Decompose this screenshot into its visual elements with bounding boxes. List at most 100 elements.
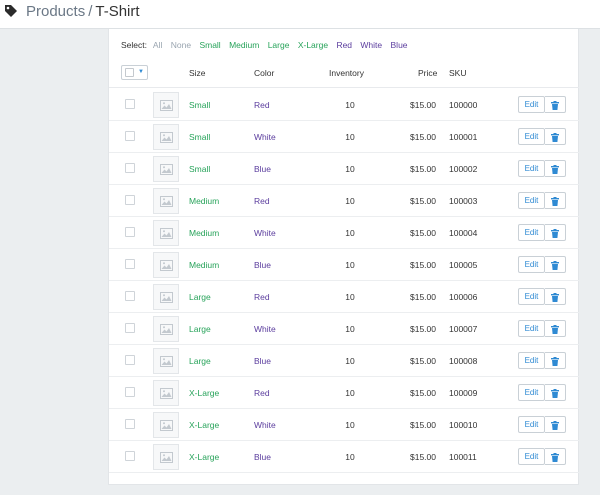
row-checkbox[interactable] xyxy=(125,259,135,269)
row-color: White xyxy=(254,324,276,334)
select-small[interactable]: Small xyxy=(199,40,220,50)
edit-button[interactable]: Edit xyxy=(518,96,545,113)
row-checkbox[interactable] xyxy=(125,355,135,365)
delete-button[interactable] xyxy=(545,128,566,145)
delete-button[interactable] xyxy=(545,192,566,209)
select-all[interactable]: All xyxy=(153,40,162,50)
row-sku: 100002 xyxy=(449,164,478,174)
row-checkbox[interactable] xyxy=(125,323,135,333)
select-x-large[interactable]: X-Large xyxy=(298,40,328,50)
image-placeholder-icon[interactable] xyxy=(153,316,179,342)
row-inventory: 10 xyxy=(345,164,355,174)
edit-button[interactable]: Edit xyxy=(518,256,545,273)
bulk-select-dropdown[interactable]: ▼ xyxy=(121,65,148,80)
delete-button[interactable] xyxy=(545,288,566,305)
column-header-sku: SKU xyxy=(449,68,467,78)
image-placeholder-icon[interactable] xyxy=(153,220,179,246)
image-placeholder-icon[interactable] xyxy=(153,92,179,118)
row-sku: 100006 xyxy=(449,292,478,302)
row-checkbox[interactable] xyxy=(125,419,135,429)
row-size: Small xyxy=(189,164,211,174)
table-row: Medium Blue 10 $15.00 100005 Edit xyxy=(109,249,579,281)
table-header: ▼ Size Color Inventory Price SKU xyxy=(109,57,579,88)
edit-button[interactable]: Edit xyxy=(518,448,545,465)
row-price: $15.00 xyxy=(410,356,436,366)
select-none[interactable]: None xyxy=(171,40,191,50)
row-price: $15.00 xyxy=(410,132,436,142)
row-checkbox[interactable] xyxy=(125,227,135,237)
breadcrumb-products[interactable]: Products xyxy=(26,3,85,20)
image-placeholder-icon[interactable] xyxy=(153,444,179,470)
row-sku: 100001 xyxy=(449,132,478,142)
breadcrumb-current: T-Shirt xyxy=(95,3,140,20)
row-size: X-Large xyxy=(189,452,220,462)
edit-button[interactable]: Edit xyxy=(518,320,545,337)
select-red[interactable]: Red xyxy=(336,40,352,50)
delete-button[interactable] xyxy=(545,160,566,177)
row-inventory: 10 xyxy=(345,260,355,270)
image-placeholder-icon[interactable] xyxy=(153,284,179,310)
image-placeholder-icon[interactable] xyxy=(153,380,179,406)
image-placeholder-icon[interactable] xyxy=(153,188,179,214)
trash-icon xyxy=(551,421,559,430)
table-row: X-Large Blue 10 $15.00 100011 Edit xyxy=(109,441,579,473)
trash-icon xyxy=(551,133,559,142)
image-placeholder-icon[interactable] xyxy=(153,252,179,278)
delete-button[interactable] xyxy=(545,320,566,337)
trash-icon xyxy=(551,261,559,270)
table-row: Medium Red 10 $15.00 100003 Edit xyxy=(109,185,579,217)
edit-button[interactable]: Edit xyxy=(518,224,545,241)
top-bar: Products / T-Shirt xyxy=(0,0,600,29)
row-price: $15.00 xyxy=(410,420,436,430)
row-color: White xyxy=(254,132,276,142)
row-size: Medium xyxy=(189,228,220,238)
delete-button[interactable] xyxy=(545,384,566,401)
select-large[interactable]: Large xyxy=(268,40,290,50)
edit-button[interactable]: Edit xyxy=(518,192,545,209)
delete-button[interactable] xyxy=(545,256,566,273)
edit-button[interactable]: Edit xyxy=(518,288,545,305)
delete-button[interactable] xyxy=(545,352,566,369)
select-white[interactable]: White xyxy=(360,40,382,50)
row-checkbox[interactable] xyxy=(125,451,135,461)
row-size: Large xyxy=(189,292,211,302)
table-row: Large Blue 10 $15.00 100008 Edit xyxy=(109,345,579,377)
row-checkbox[interactable] xyxy=(125,99,135,109)
row-sku: 100005 xyxy=(449,260,478,270)
delete-button[interactable] xyxy=(545,224,566,241)
select-blue[interactable]: Blue xyxy=(391,40,408,50)
edit-button[interactable]: Edit xyxy=(518,128,545,145)
row-checkbox[interactable] xyxy=(125,387,135,397)
image-placeholder-icon[interactable] xyxy=(153,124,179,150)
image-placeholder-icon[interactable] xyxy=(153,412,179,438)
edit-button[interactable]: Edit xyxy=(518,352,545,369)
row-checkbox[interactable] xyxy=(125,291,135,301)
row-sku: 100011 xyxy=(449,452,477,462)
bulk-select-checkbox[interactable] xyxy=(125,68,134,77)
row-checkbox[interactable] xyxy=(125,163,135,173)
edit-button[interactable]: Edit xyxy=(518,416,545,433)
table-row: Small Blue 10 $15.00 100002 Edit xyxy=(109,153,579,185)
edit-button[interactable]: Edit xyxy=(518,384,545,401)
row-sku: 100007 xyxy=(449,324,478,334)
row-price: $15.00 xyxy=(410,100,436,110)
row-size: Large xyxy=(189,324,211,334)
select-medium[interactable]: Medium xyxy=(229,40,259,50)
select-label: Select: xyxy=(121,40,147,50)
row-sku: 100000 xyxy=(449,100,478,110)
row-color: White xyxy=(254,420,276,430)
row-checkbox[interactable] xyxy=(125,195,135,205)
row-sku: 100003 xyxy=(449,196,478,206)
table-row: X-Large White 10 $15.00 100010 Edit xyxy=(109,409,579,441)
row-inventory: 10 xyxy=(345,228,355,238)
delete-button[interactable] xyxy=(545,416,566,433)
row-price: $15.00 xyxy=(410,388,436,398)
column-header-price: Price xyxy=(418,68,438,78)
delete-button[interactable] xyxy=(545,96,566,113)
image-placeholder-icon[interactable] xyxy=(153,348,179,374)
row-checkbox[interactable] xyxy=(125,131,135,141)
delete-button[interactable] xyxy=(545,448,566,465)
row-price: $15.00 xyxy=(410,196,436,206)
edit-button[interactable]: Edit xyxy=(518,160,545,177)
image-placeholder-icon[interactable] xyxy=(153,156,179,182)
